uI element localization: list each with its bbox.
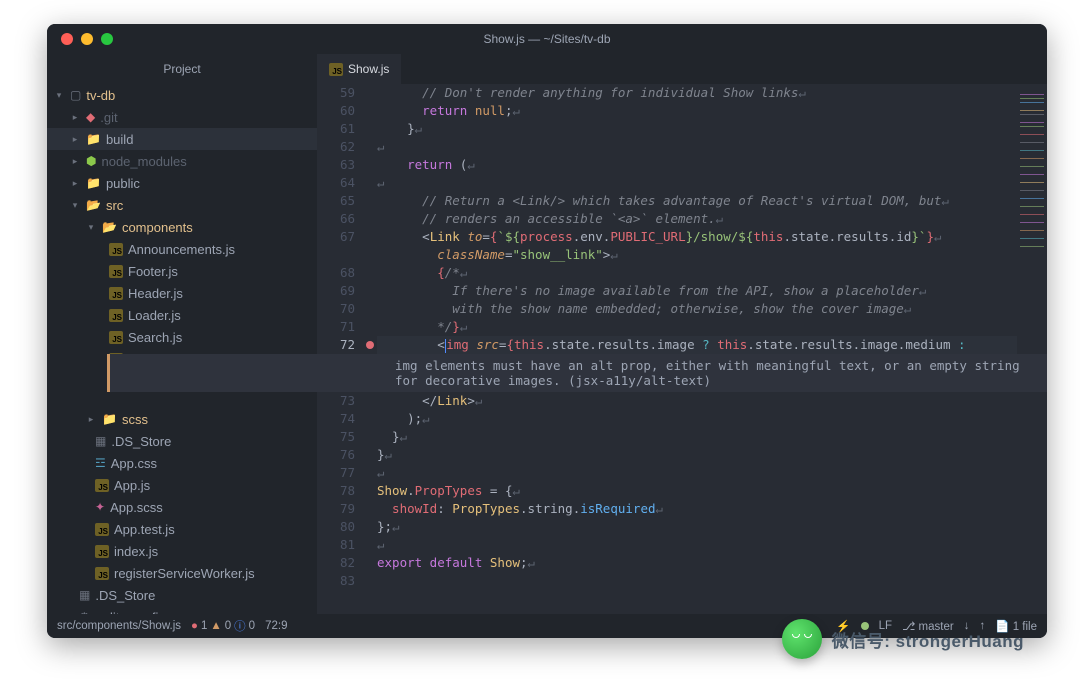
gear-icon: ⚙	[79, 610, 90, 614]
breakpoint-gutter[interactable]	[363, 84, 377, 614]
chevron-down-icon: ▾	[53, 90, 65, 101]
status-diagnostics[interactable]: ●1 ▲0 ⓘ0	[191, 618, 255, 634]
project-tree[interactable]: ▾ ▢ tv-db ▸◆.git ▸📁build ▸⬢node_modules …	[47, 84, 317, 614]
tree-file[interactable]: JSApp.js	[47, 474, 317, 496]
js-file-icon: JS	[109, 287, 123, 300]
tree-build[interactable]: ▸📁build	[47, 128, 317, 150]
breakpoint-icon[interactable]	[366, 341, 374, 349]
js-file-icon: JS	[109, 265, 123, 278]
tree-scss[interactable]: ▸📁scss	[47, 408, 317, 430]
tree-file[interactable]: JSSearch.js	[47, 326, 317, 348]
lint-severity-bar	[107, 354, 110, 392]
tree-file[interactable]: ✦App.scss	[47, 496, 317, 518]
tree-label: tv-db	[86, 88, 115, 103]
lint-message: img elements must have an alt prop, eith…	[389, 358, 1047, 388]
info-icon: ⓘ	[234, 618, 246, 634]
tree-file[interactable]: JSFooter.js	[47, 260, 317, 282]
tree-src[interactable]: ▾📂src	[47, 194, 317, 216]
css-file-icon: ☲	[95, 456, 106, 470]
chevron-down-icon: ▾	[85, 222, 97, 233]
watermark-text: 微信号: strongerHuang	[832, 627, 1024, 652]
tree-file[interactable]: JSHeader.js	[47, 282, 317, 304]
lint-tooltip: img elements must have an alt prop, eith…	[107, 354, 1047, 392]
folder-icon: 📁	[102, 412, 117, 426]
js-file-icon: JS	[109, 331, 123, 344]
tree-file[interactable]: ☲App.css	[47, 452, 317, 474]
tree-file[interactable]: JSApp.test.js	[47, 518, 317, 540]
chevron-right-icon: ▸	[69, 134, 81, 145]
repo-icon: ▢	[70, 88, 81, 102]
tree-public[interactable]: ▸📁public	[47, 172, 317, 194]
tree-components[interactable]: ▾📂components	[47, 216, 317, 238]
chevron-right-icon: ▸	[69, 178, 81, 189]
js-file-icon: JS	[95, 545, 109, 558]
code-editor[interactable]: 5960616263646566676869707172 73747576777…	[317, 84, 1047, 614]
js-file-icon: JS	[109, 309, 123, 322]
window-body: ▾ ▢ tv-db ▸◆.git ▸📁build ▸⬢node_modules …	[47, 84, 1047, 614]
tree-file[interactable]: ▦.DS_Store	[47, 430, 317, 452]
tab-label: Show.js	[348, 62, 389, 76]
tab-show-js[interactable]: JS Show.js	[317, 54, 401, 84]
zoom-icon[interactable]	[101, 33, 113, 45]
editor-window: Show.js — ~/Sites/tv-db Project JS Show.…	[47, 24, 1047, 638]
folder-open-icon: 📂	[102, 220, 117, 234]
error-icon: ●	[191, 620, 198, 632]
wechat-icon	[782, 619, 822, 659]
editor-tab-strip: JS Show.js	[317, 54, 1047, 84]
tree-file[interactable]: JSAnnouncements.js	[47, 238, 317, 260]
js-file-icon: JS	[95, 523, 109, 536]
window-title: Show.js — ~/Sites/tv-db	[47, 32, 1047, 46]
chevron-right-icon: ▸	[69, 156, 81, 167]
js-file-icon: JS	[109, 243, 123, 256]
tree-node-modules[interactable]: ▸⬢node_modules	[47, 150, 317, 172]
chevron-down-icon: ▾	[69, 200, 81, 211]
tree-git[interactable]: ▸◆.git	[47, 106, 317, 128]
node-icon: ⬢	[86, 154, 96, 168]
chevron-right-icon: ▸	[85, 414, 97, 425]
code-area[interactable]: // Don't render anything for individual …	[377, 84, 1017, 614]
chevron-right-icon: ▸	[69, 112, 81, 123]
tab-bar: Project JS Show.js	[47, 54, 1047, 84]
js-file-icon: JS	[329, 63, 343, 76]
git-icon: ◆	[86, 110, 95, 124]
tree-file[interactable]: JSregisterServiceWorker.js	[47, 562, 317, 584]
folder-icon: 📁	[86, 132, 101, 146]
window-controls	[47, 33, 113, 45]
minimize-icon[interactable]	[81, 33, 93, 45]
line-number-gutter[interactable]: 5960616263646566676869707172 73747576777…	[317, 84, 363, 614]
status-file-path[interactable]: src/components/Show.js	[57, 620, 181, 632]
tree-file[interactable]: JSLoader.js	[47, 304, 317, 326]
folder-icon: 📁	[86, 176, 101, 190]
scss-file-icon: ✦	[95, 500, 105, 514]
warning-icon: ▲	[210, 620, 221, 632]
title-bar[interactable]: Show.js — ~/Sites/tv-db	[47, 24, 1047, 54]
close-icon[interactable]	[61, 33, 73, 45]
js-file-icon: JS	[95, 567, 109, 580]
tree-file[interactable]: ▦.DS_Store	[47, 584, 317, 606]
database-icon: ▦	[79, 588, 90, 602]
database-icon: ▦	[95, 434, 106, 448]
tree-file[interactable]: JSindex.js	[47, 540, 317, 562]
js-file-icon: JS	[95, 479, 109, 492]
project-pane-header[interactable]: Project	[47, 54, 317, 84]
watermark: 微信号: strongerHuang	[782, 619, 1024, 659]
tree-file[interactable]: ⚙.editorconfig	[47, 606, 317, 614]
tree-root[interactable]: ▾ ▢ tv-db	[47, 84, 317, 106]
folder-open-icon: 📂	[86, 198, 101, 212]
minimap[interactable]	[1017, 84, 1047, 614]
status-cursor-position[interactable]: 72:9	[265, 620, 287, 632]
